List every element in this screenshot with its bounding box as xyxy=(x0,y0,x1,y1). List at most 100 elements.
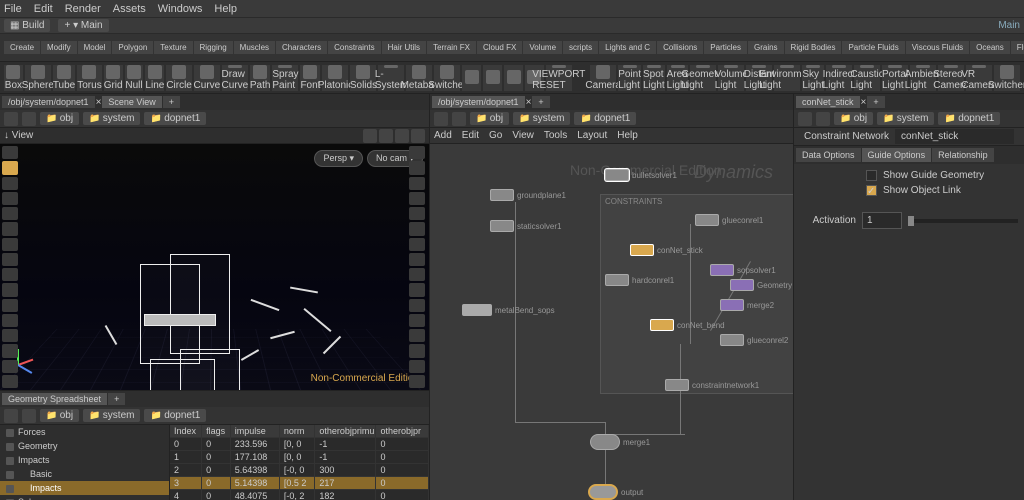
vp-left-tool-15[interactable] xyxy=(2,375,18,388)
vp-right-tool-1[interactable] xyxy=(409,161,425,174)
activation-slider[interactable] xyxy=(908,219,1018,223)
node-conNet-bend[interactable]: conNet_bend xyxy=(650,319,725,331)
tool-point-light[interactable]: Point Light xyxy=(618,65,641,91)
netmenu-view[interactable]: View xyxy=(512,130,534,141)
vp-left-tool-7[interactable] xyxy=(2,253,18,266)
vp-left-tool-12[interactable] xyxy=(2,329,18,342)
shelf-rigid-bodies[interactable]: Rigid Bodies xyxy=(785,41,842,54)
netmenu-help[interactable]: Help xyxy=(617,130,638,141)
crumb-system[interactable]: 📁 system xyxy=(83,112,140,125)
tool-sphere[interactable]: Sphere xyxy=(25,65,51,91)
tool-switcher[interactable]: Switcher xyxy=(434,65,460,91)
tool-viewport-reset[interactable]: VIEWPORT RESET xyxy=(546,65,572,91)
vp-right-tool-6[interactable] xyxy=(409,238,425,251)
tool-grid[interactable]: Grid xyxy=(104,65,123,91)
tree-basic[interactable]: Basic xyxy=(0,467,169,481)
tool-curve[interactable]: Curve xyxy=(194,65,220,91)
tool-caustic-light[interactable]: Caustic Light xyxy=(854,65,880,91)
ss-crumb-system[interactable]: 📁 system xyxy=(83,409,140,422)
vp-right-tool-0[interactable] xyxy=(409,146,425,159)
scene-tab-add[interactable]: + xyxy=(163,96,180,108)
tool-draw-curve[interactable]: Draw Curve xyxy=(222,65,248,91)
vp-left-tool-1[interactable] xyxy=(2,161,18,174)
spreadsheet-tab[interactable]: Geometry Spreadsheet xyxy=(2,393,107,405)
tool-camera[interactable]: Camera xyxy=(590,65,616,91)
node-constraintnetwork[interactable]: constraintnetwork1 xyxy=(665,379,759,391)
ss-crumb-obj[interactable]: 📁 obj xyxy=(40,409,79,422)
vp-left-tool-14[interactable] xyxy=(2,360,18,373)
tree-impacts[interactable]: Impacts xyxy=(0,481,169,495)
shelf-texture[interactable]: Texture xyxy=(154,41,192,54)
scene-viewport[interactable]: Persp ▾ No cam ▾ Non-Commercial Edition xyxy=(0,144,429,390)
table-row[interactable]: 305.14398[0.5 22170 xyxy=(170,477,429,490)
menu-assets[interactable]: Assets xyxy=(113,3,146,15)
shelf-volume[interactable]: Volume xyxy=(523,41,562,54)
vp-left-tool-10[interactable] xyxy=(2,299,18,312)
shelf-cloud-fx[interactable]: Cloud FX xyxy=(477,41,522,54)
tab-guide-options[interactable]: Guide Options xyxy=(862,148,932,162)
shelf-lights-and-c[interactable]: Lights and C xyxy=(599,41,656,54)
vp-opt-2[interactable] xyxy=(379,129,393,143)
shelf-collisions[interactable]: Collisions xyxy=(657,41,703,54)
tool-indirect-light[interactable]: Indirect Light xyxy=(826,65,852,91)
netmenu-tools[interactable]: Tools xyxy=(544,130,567,141)
tree-geometry[interactable]: Geometry xyxy=(0,439,169,453)
parm-tab-add[interactable]: + xyxy=(867,96,884,108)
tool-null[interactable]: Null xyxy=(125,65,144,91)
tab-relationship[interactable]: Relationship xyxy=(932,148,994,162)
net-crumb-system[interactable]: 📁 system xyxy=(513,112,570,125)
menu-help[interactable]: Help xyxy=(214,3,237,15)
spreadsheet-table[interactable]: Indexflagsimpulsenormotherobjprimuothero… xyxy=(170,425,429,500)
node-merge2[interactable]: merge2 xyxy=(720,299,774,311)
tab-data-options[interactable]: Data Options xyxy=(796,148,861,162)
network-tab[interactable]: /obj/system/dopnet1 xyxy=(432,96,525,108)
tool-stereo-camera[interactable]: Stereo Camera xyxy=(938,65,964,91)
tool-switcher[interactable]: Switcher xyxy=(994,65,1020,91)
shelf-hair-utils[interactable]: Hair Utils xyxy=(382,41,426,54)
vp-right-tool-2[interactable] xyxy=(409,177,425,190)
shelf-rigging[interactable]: Rigging xyxy=(194,41,233,54)
vp-left-tool-5[interactable] xyxy=(2,222,18,235)
menu-edit[interactable]: Edit xyxy=(34,3,53,15)
tool-platonic[interactable]: Platonic xyxy=(322,65,348,91)
vp-right-tool-4[interactable] xyxy=(409,207,425,220)
netmenu-layout[interactable]: Layout xyxy=(577,130,607,141)
vp-right-tool-12[interactable] xyxy=(409,329,425,342)
vp-right-tool-15[interactable] xyxy=(409,375,425,388)
ss-nav-fwd[interactable] xyxy=(22,409,36,423)
main-dropdown[interactable]: + ▾ Main xyxy=(58,19,108,32)
shelf-polygon[interactable]: Polygon xyxy=(112,41,153,54)
node-output[interactable]: output xyxy=(588,484,643,500)
shelf-scripts[interactable]: scripts xyxy=(563,41,598,54)
menu-file[interactable]: File xyxy=(4,3,22,15)
vp-right-tool-9[interactable] xyxy=(409,283,425,296)
build-dropdown[interactable]: ▦ Build xyxy=(4,19,50,32)
vp-right-tool-13[interactable] xyxy=(409,344,425,357)
net-nav-fwd[interactable] xyxy=(452,112,466,126)
tool-ambient-light[interactable]: Ambient Light xyxy=(910,65,936,91)
tool-spot-light[interactable]: Spot Light xyxy=(643,65,665,91)
shelf-fluid-contai[interactable]: Fluid Contai xyxy=(1011,41,1024,54)
vp-right-tool-8[interactable] xyxy=(409,268,425,281)
shelf-create[interactable]: Create xyxy=(4,41,40,54)
node-name-field[interactable]: conNet_stick xyxy=(895,129,1014,144)
show-guide-checkbox[interactable] xyxy=(866,170,877,181)
menu-render[interactable]: Render xyxy=(65,3,101,15)
vp-opt-1[interactable] xyxy=(363,129,377,143)
parm-crumb-system[interactable]: 📁 system xyxy=(877,112,934,125)
node-staticsolver[interactable]: staticsolver1 xyxy=(490,220,561,232)
vp-right-tool-7[interactable] xyxy=(409,253,425,266)
nav-back[interactable] xyxy=(4,112,18,126)
tool-box[interactable]: Box xyxy=(4,65,23,91)
tool-volume-light[interactable]: Volume Light xyxy=(718,65,744,91)
vp-left-tool-11[interactable] xyxy=(2,314,18,327)
tool-sep[interactable] xyxy=(462,65,481,91)
vp-opt-4[interactable] xyxy=(411,129,425,143)
tool-tube[interactable]: Tube xyxy=(53,65,75,91)
shelf-constraints[interactable]: Constraints xyxy=(328,41,380,54)
tool-path[interactable]: Path xyxy=(250,65,271,91)
network-tab-add[interactable]: + xyxy=(532,96,549,108)
node-glueconrel[interactable]: glueconrel1 xyxy=(695,214,763,226)
shelf-model[interactable]: Model xyxy=(78,41,112,54)
shelf-particles[interactable]: Particles xyxy=(704,41,747,54)
